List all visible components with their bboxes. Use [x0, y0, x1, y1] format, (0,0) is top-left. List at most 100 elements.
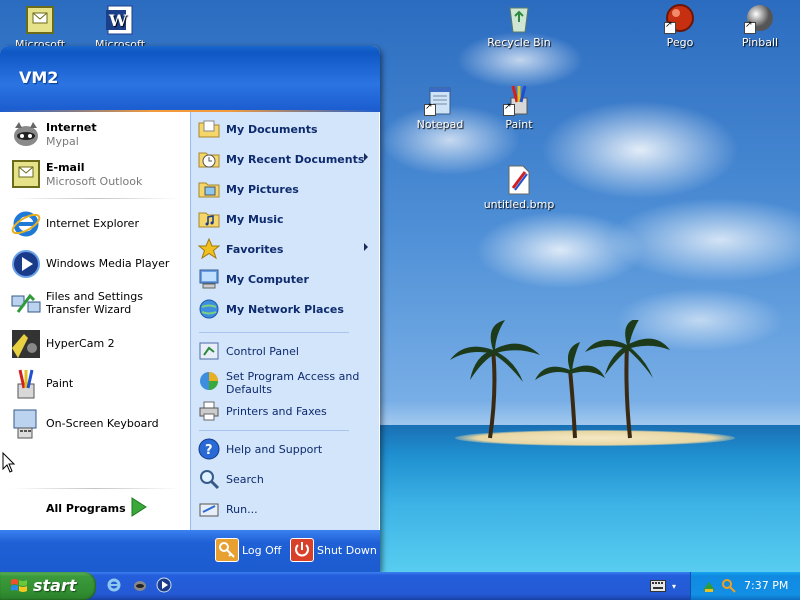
power-icon [290, 538, 314, 562]
desktop-icon-notepad[interactable]: Notepad [402, 84, 478, 131]
safely-remove-hardware-icon[interactable] [701, 578, 717, 594]
network-icon [198, 298, 220, 320]
separator [10, 198, 180, 199]
place-label: My Computer [226, 273, 309, 286]
place-label: My Pictures [226, 183, 299, 196]
internet-explorer-icon [10, 208, 42, 240]
run[interactable]: Run... [198, 494, 374, 522]
start-button[interactable]: start [0, 572, 96, 600]
pego-icon [664, 2, 696, 34]
recent-documents-icon [198, 148, 220, 170]
help-label: Run... [226, 503, 258, 516]
favorites-star-icon [197, 237, 221, 260]
place-my-network-places[interactable]: My Network Places [198, 294, 374, 322]
desktop-icon-microsoft-outlook[interactable]: Microsoft [2, 4, 78, 51]
taskbar: start ▾ 7:37 PM [0, 572, 800, 600]
submenu-arrow-icon [364, 243, 368, 251]
quick-launch [106, 577, 176, 595]
svg-text:W: W [108, 11, 128, 30]
system-label: Control Panel [226, 345, 299, 358]
onscreen-keyboard-icon [10, 408, 42, 440]
start-menu-left-pane: Internet Mypal E-mail Microsoft Outlook … [2, 112, 190, 530]
recent-item-label: On-Screen Keyboard [46, 417, 159, 430]
system-printers-and-faxes[interactable]: Printers and Faxes [198, 396, 374, 424]
place-label: My Network Places [226, 303, 344, 316]
recent-item-label: Paint [46, 377, 74, 390]
recent-item-label: Internet Explorer [46, 217, 139, 230]
place-my-music[interactable]: My Music [198, 204, 374, 232]
transfer-wizard-icon [10, 288, 42, 320]
desktop-icon-pinball[interactable]: Pinball [722, 2, 798, 49]
internet-explorer-icon[interactable] [106, 577, 122, 593]
bitmap-file-icon [503, 164, 535, 196]
recent-item-paint[interactable]: Paint [10, 366, 186, 402]
help-label: Help and Support [226, 443, 323, 456]
help-icon: ? [198, 438, 220, 460]
shortcut-arrow-icon [744, 20, 756, 34]
pinned-item-internet[interactable]: Internet Mypal [10, 116, 186, 152]
place-label: My Recent Documents [226, 153, 365, 166]
media-player-icon[interactable] [156, 577, 172, 593]
windows-logo-icon [11, 579, 27, 592]
folder-pictures-icon [198, 178, 220, 200]
notepad-icon [424, 84, 456, 116]
recycle-bin-icon [503, 2, 535, 34]
recent-item-windows-media-player[interactable]: Windows Media Player [10, 246, 186, 282]
desktop-icon-label: untitled.bmp [483, 198, 555, 211]
system-label: Set Program Access and Defaults [226, 370, 360, 396]
desktop-icon-pego[interactable]: Pego [642, 2, 718, 49]
start-menu-header: VM2 [0, 46, 380, 110]
media-player-icon [10, 248, 42, 280]
place-label: Favorites [226, 243, 284, 256]
desktop-icon-untitled-bmp[interactable]: untitled.bmp [481, 164, 557, 211]
pinned-item-title: Internet [46, 121, 97, 134]
system-control-panel[interactable]: Control Panel [198, 336, 374, 364]
recent-item-onscreen-keyboard[interactable]: On-Screen Keyboard [10, 406, 186, 442]
mouse-cursor-icon [2, 452, 16, 473]
place-my-computer[interactable]: My Computer [198, 264, 374, 292]
program-defaults-icon [198, 370, 220, 392]
folder-music-icon [198, 208, 220, 230]
place-my-pictures[interactable]: My Pictures [198, 174, 374, 202]
system-label: Printers and Faxes [226, 405, 327, 418]
recent-item-transfer-wizard[interactable]: Files and Settings Transfer Wizard [10, 286, 186, 322]
system-program-access-defaults[interactable]: Set Program Access and Defaults [198, 366, 374, 396]
mypal-icon[interactable] [132, 577, 148, 593]
separator [199, 430, 349, 431]
log-off-label: Log Off [242, 544, 282, 557]
desktop-icon-label: Pego [666, 36, 694, 49]
search-icon [198, 468, 220, 490]
outlook-icon [10, 158, 42, 190]
pinball-icon [744, 2, 776, 34]
separator [199, 332, 349, 333]
clock[interactable]: 7:37 PM [744, 579, 788, 592]
desktop-icon-paint[interactable]: Paint [481, 84, 557, 131]
place-favorites[interactable]: Favorites [197, 234, 374, 262]
log-off-button[interactable]: Log Off [215, 538, 285, 564]
place-label: My Documents [226, 123, 318, 136]
desktop-icon-label: Notepad [416, 118, 464, 131]
start-menu-footer: Log Off Shut Down [0, 530, 380, 572]
shut-down-label: Shut Down [317, 544, 377, 557]
search-tray-icon[interactable] [721, 578, 737, 594]
help-and-support[interactable]: ? Help and Support [198, 434, 374, 462]
pinned-item-email[interactable]: E-mail Microsoft Outlook [10, 156, 186, 192]
place-my-documents[interactable]: My Documents [198, 114, 374, 142]
search[interactable]: Search [198, 464, 374, 492]
desktop-icon-recycle-bin[interactable]: Recycle Bin [481, 2, 557, 49]
shortcut-arrow-icon [664, 20, 676, 34]
place-label: My Music [226, 213, 284, 226]
shut-down-button[interactable]: Shut Down [290, 538, 377, 564]
recent-item-hypercam[interactable]: HyperCam 2 [10, 326, 186, 362]
keyboard-language-icon[interactable] [650, 580, 666, 592]
recent-item-internet-explorer[interactable]: Internet Explorer [10, 206, 186, 242]
submenu-arrow-icon [364, 153, 368, 161]
help-label: Search [226, 473, 264, 486]
control-panel-icon [198, 340, 220, 362]
hypercam-icon [10, 328, 42, 360]
printer-icon [198, 400, 220, 422]
run-icon [198, 498, 220, 520]
language-bar-menu-icon[interactable]: ▾ [672, 582, 676, 591]
place-my-recent-documents[interactable]: My Recent Documents [198, 144, 374, 172]
word-icon: W [104, 4, 136, 36]
